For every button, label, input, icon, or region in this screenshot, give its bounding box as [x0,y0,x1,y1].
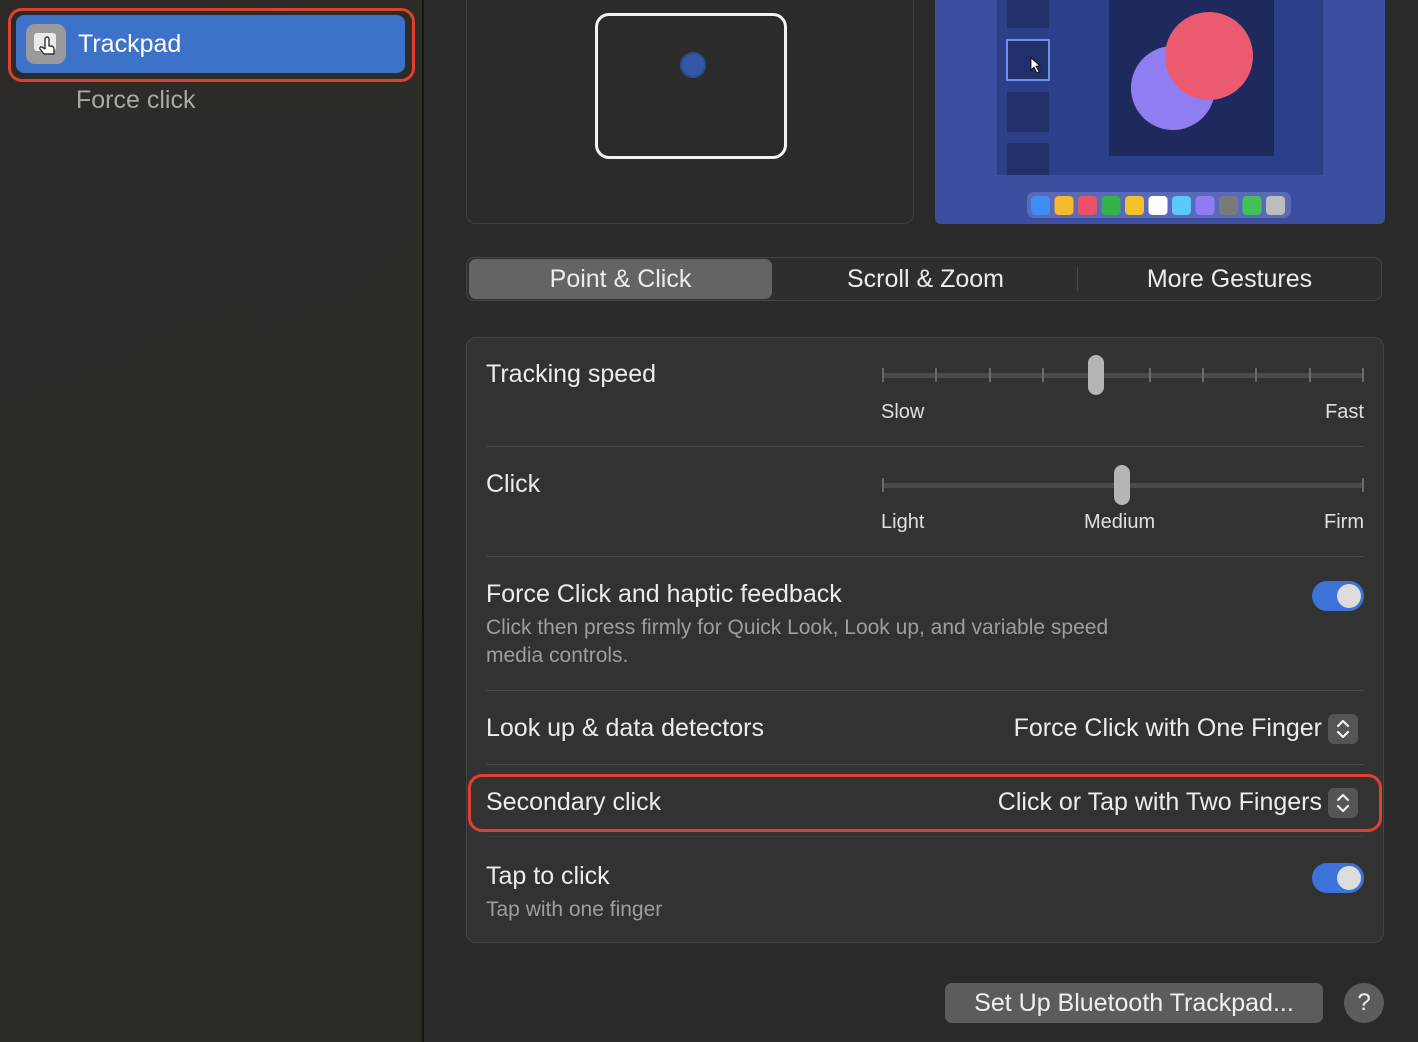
force-click-toggle[interactable] [1312,581,1364,611]
dock-app-icon [1101,196,1121,215]
trackpad-outline-icon [595,13,787,159]
dock-app-icon [1219,196,1238,215]
tab-scroll-zoom[interactable]: Scroll & Zoom [774,259,1077,299]
tracking-speed-thumb[interactable] [1088,355,1104,395]
tracking-speed-max-label: Fast [1325,401,1364,423]
tracking-speed-tick [1255,368,1258,382]
tracking-speed-title: Tracking speed [486,360,656,388]
divider [486,690,1364,691]
help-button[interactable]: ? [1344,983,1384,1023]
click-thumb[interactable] [1114,465,1130,505]
dock-app-icon [1031,196,1050,215]
tracking-speed-slider[interactable] [882,373,1364,378]
force-click-title: Force Click and haptic feedback [486,580,842,608]
secondary-click-popup[interactable]: Click or Tap with Two Fingers [998,788,1322,817]
tracking-speed-tick [882,368,884,382]
tracking-speed-tick [935,368,938,382]
click-tick [882,478,884,492]
trackpad-hand-icon [26,24,66,64]
toggle-knob [1337,866,1361,890]
sidebar-item-trackpad[interactable]: Trackpad [16,15,405,73]
dock-app-icon [1172,196,1191,215]
finger-dot [680,52,706,78]
tracking-speed-tick [1202,368,1204,382]
tracking-speed-tick [1362,368,1364,382]
tracking-speed-min-label: Slow [881,401,925,423]
dock-app-icon [1195,196,1215,215]
tab-point-click[interactable]: Point & Click [469,259,772,299]
divider [486,836,1364,837]
secondary-click-title: Secondary click [486,788,662,816]
sidebar: Trackpad Force click [0,0,424,1042]
divider [486,556,1364,557]
dock [1027,192,1291,218]
dock-app-icon [1148,196,1168,215]
sidebar-item-force-click[interactable]: Force click [76,86,195,115]
look-up-popup[interactable]: Force Click with One Finger [1014,714,1322,743]
click-label-light: Light [881,511,925,533]
dock-app-icon [1054,196,1074,215]
dock-app-icon [1266,196,1285,215]
look-up-title: Look up & data detectors [486,714,764,742]
tab-more-gestures[interactable]: More Gestures [1078,259,1381,299]
toggle-knob [1337,584,1361,608]
force-click-description-line1: Click then press firmly for Quick Look, … [486,616,1109,639]
setup-bluetooth-trackpad-button[interactable]: Set Up Bluetooth Trackpad... [945,983,1323,1023]
chevron-up-down-icon[interactable] [1328,788,1358,818]
dock-app-icon [1078,196,1097,215]
tracking-speed-tick [1042,368,1044,382]
tap-to-click-description: Tap with one finger [486,898,663,921]
dock-app-icon [1125,196,1144,215]
tracking-speed-tick [988,368,991,382]
divider [486,764,1364,765]
click-label-firm: Firm [1324,511,1364,533]
settings-panel: Tracking speed Slow Fast Click Light Med… [466,337,1384,943]
main-panel: Point & Click Scroll & Zoom More Gesture… [426,0,1418,1042]
sidebar-item-label: Trackpad [78,29,182,58]
force-click-description-line2: media controls. [486,644,629,667]
chevron-up-down-icon[interactable] [1328,714,1358,744]
tracking-speed-tick [1308,368,1311,382]
tracking-speed-tick [1148,368,1151,382]
click-label-medium: Medium [1084,511,1156,533]
click-title: Click [486,470,541,498]
tap-to-click-title: Tap to click [486,862,610,890]
tab-bar: Point & Click Scroll & Zoom More Gesture… [466,257,1382,301]
dock-app-icon [1242,196,1262,215]
gesture-preview [466,0,914,224]
tap-to-click-toggle[interactable] [1312,863,1364,893]
divider [486,446,1364,447]
screen-illustration [935,0,1385,224]
click-tick [1362,478,1364,492]
screen-preview [935,0,1385,224]
